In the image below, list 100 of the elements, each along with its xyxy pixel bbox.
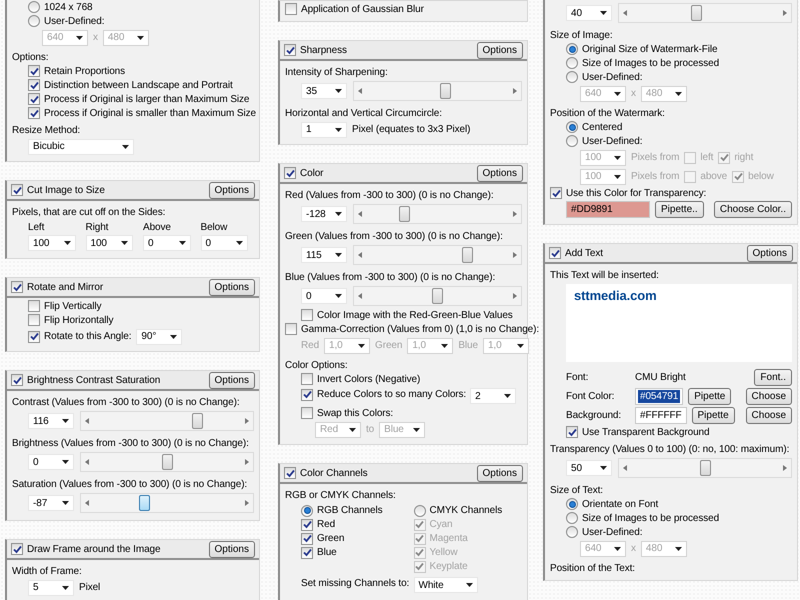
left-arrow-icon[interactable] xyxy=(358,88,362,94)
checkbox[interactable] xyxy=(301,532,313,544)
radio-button[interactable] xyxy=(566,526,578,538)
radio-button[interactable] xyxy=(566,121,578,133)
right-arrow-icon[interactable] xyxy=(513,88,517,94)
checkbox[interactable] xyxy=(301,373,313,385)
button[interactable]: Choose xyxy=(746,407,792,424)
left-arrow-icon[interactable] xyxy=(85,418,89,424)
right-arrow-icon[interactable] xyxy=(245,459,249,465)
slider-thumb[interactable] xyxy=(462,247,473,263)
slider-thumb[interactable] xyxy=(691,5,702,21)
slider-thumb[interactable] xyxy=(399,206,410,222)
dropdown[interactable]: -128 xyxy=(301,206,347,222)
options-button[interactable]: Options xyxy=(476,42,523,58)
right-arrow-icon[interactable] xyxy=(245,418,249,424)
radio-button[interactable] xyxy=(566,135,578,147)
dropdown[interactable]: 100 xyxy=(28,235,76,251)
button[interactable]: Pipette xyxy=(688,388,732,405)
radio-button[interactable] xyxy=(301,504,313,516)
dropdown[interactable]: 40 xyxy=(566,5,612,21)
checkbox[interactable] xyxy=(301,388,313,400)
checkbox[interactable] xyxy=(11,184,23,196)
button[interactable]: Choose Color.. xyxy=(714,201,792,218)
left-arrow-icon[interactable] xyxy=(623,465,627,471)
radio-button[interactable] xyxy=(566,71,578,83)
checkbox[interactable] xyxy=(28,65,40,77)
radio-button[interactable] xyxy=(566,512,578,524)
dropdown[interactable]: 0 xyxy=(200,235,248,251)
slider-thumb[interactable] xyxy=(192,413,204,429)
options-button[interactable]: Options xyxy=(746,244,793,262)
dropdown[interactable]: -87 xyxy=(28,495,74,511)
right-arrow-icon[interactable] xyxy=(783,10,787,16)
color-input-field[interactable]: #FFFFFF xyxy=(635,407,687,424)
checkbox[interactable] xyxy=(301,309,313,321)
dropdown[interactable]: 5 xyxy=(28,580,74,596)
dropdown[interactable]: 90° xyxy=(136,328,182,344)
dropdown[interactable]: 50 xyxy=(566,460,612,476)
radio-button[interactable] xyxy=(28,1,40,13)
dropdown[interactable]: 116 xyxy=(28,413,74,429)
checkbox[interactable] xyxy=(284,467,296,479)
checkbox[interactable] xyxy=(284,44,296,56)
slider[interactable] xyxy=(80,493,254,513)
slider[interactable] xyxy=(80,411,254,431)
button[interactable]: Font.. xyxy=(754,369,792,386)
radio-button[interactable] xyxy=(566,43,578,55)
left-arrow-icon[interactable] xyxy=(623,10,627,16)
checkbox[interactable] xyxy=(285,3,297,15)
slider[interactable] xyxy=(618,458,792,478)
button[interactable]: Pipette xyxy=(692,407,735,424)
color-input-field[interactable]: #054791 xyxy=(635,388,684,405)
checkbox[interactable] xyxy=(566,426,578,438)
dropdown[interactable]: 100 xyxy=(86,235,133,251)
right-arrow-icon[interactable] xyxy=(513,211,517,217)
checkbox[interactable] xyxy=(28,330,40,342)
checkbox[interactable] xyxy=(11,543,23,555)
slider-thumb[interactable] xyxy=(432,288,443,304)
checkbox[interactable] xyxy=(550,187,562,199)
checkbox[interactable] xyxy=(549,247,561,259)
radio-button[interactable] xyxy=(566,57,578,69)
checkbox[interactable] xyxy=(28,300,40,312)
slider-thumb[interactable] xyxy=(138,495,150,511)
dropdown[interactable]: 2 xyxy=(470,388,516,404)
dropdown[interactable]: 0 xyxy=(28,454,74,470)
checkbox[interactable] xyxy=(301,546,313,558)
dropdown[interactable]: 0 xyxy=(143,235,190,251)
dropdown[interactable]: 35 xyxy=(301,83,347,99)
checkbox[interactable] xyxy=(28,314,40,326)
slider[interactable] xyxy=(353,286,522,306)
checkbox[interactable] xyxy=(28,93,40,105)
right-arrow-icon[interactable] xyxy=(513,252,517,258)
radio-button[interactable] xyxy=(566,498,578,510)
right-arrow-icon[interactable] xyxy=(245,500,249,506)
button[interactable]: Pipette.. xyxy=(655,201,704,218)
checkbox[interactable] xyxy=(285,323,297,335)
options-button[interactable]: Options xyxy=(208,540,255,558)
dropdown[interactable]: 115 xyxy=(301,247,347,263)
slider[interactable] xyxy=(353,204,522,224)
left-arrow-icon[interactable] xyxy=(85,500,89,506)
left-arrow-icon[interactable] xyxy=(358,293,362,299)
slider[interactable] xyxy=(618,3,792,23)
options-button[interactable]: Options xyxy=(208,372,255,388)
checkbox[interactable] xyxy=(11,281,23,293)
dropdown[interactable]: 1 xyxy=(301,122,347,138)
options-button[interactable]: Options xyxy=(476,464,523,482)
dropdown[interactable]: 0 xyxy=(301,288,347,304)
slider-thumb[interactable] xyxy=(440,83,451,99)
options-button[interactable]: Options xyxy=(476,164,523,182)
checkbox[interactable] xyxy=(301,407,313,419)
checkbox[interactable] xyxy=(301,518,313,530)
slider[interactable] xyxy=(353,81,522,101)
slider[interactable] xyxy=(80,452,254,472)
checkbox[interactable] xyxy=(28,79,40,91)
right-arrow-icon[interactable] xyxy=(513,293,517,299)
color-input-field[interactable]: #DD9891 xyxy=(566,201,650,218)
dropdown[interactable]: Bicubic xyxy=(28,138,134,154)
checkbox[interactable] xyxy=(28,107,40,119)
slider-thumb[interactable] xyxy=(700,460,710,476)
checkbox[interactable] xyxy=(11,374,23,386)
left-arrow-icon[interactable] xyxy=(358,211,362,217)
radio-button[interactable] xyxy=(414,504,426,516)
